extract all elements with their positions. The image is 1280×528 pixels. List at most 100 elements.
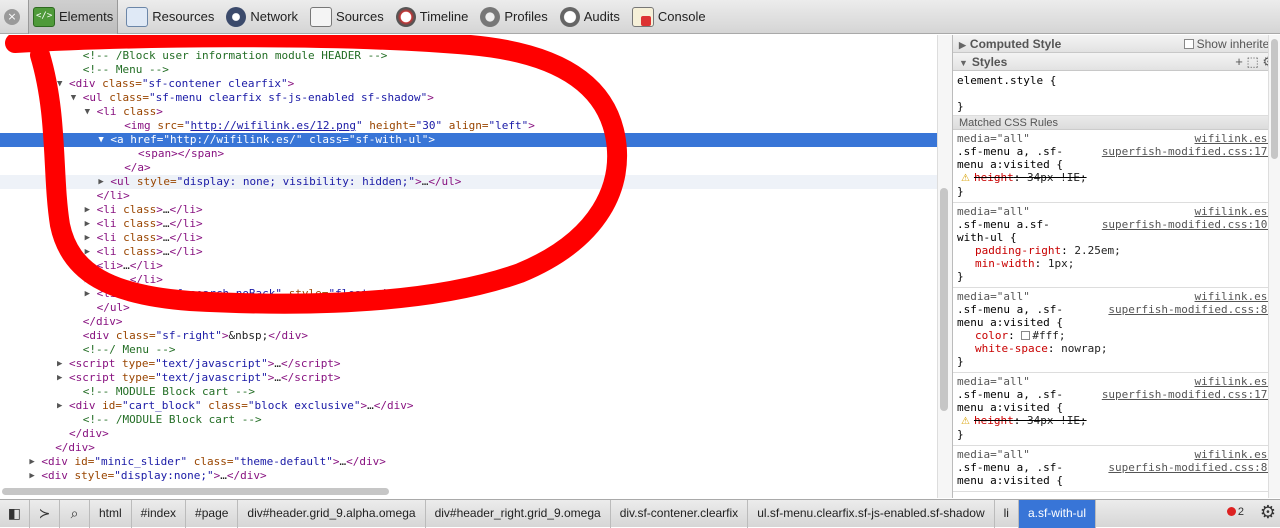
dom-node[interactable]: <span></span> [0, 147, 937, 161]
expand-triangle-icon[interactable]: ▶ [85, 217, 90, 231]
dom-node[interactable]: ▼ <ul class="sf-menu clearfix sf-js-enabl… [0, 91, 937, 105]
dom-node[interactable]: <!-- Menu --> [0, 63, 937, 77]
dom-node[interactable]: <img src="http://wifilink.es/12.png" hei… [0, 119, 937, 133]
breadcrumb-item[interactable]: a.sf-with-ul [1018, 499, 1096, 528]
tab-audits[interactable]: Audits [556, 0, 624, 34]
expand-triangle-icon[interactable]: ▶ [85, 245, 90, 259]
dom-node[interactable]: ▶ <li>…</li> [0, 259, 937, 273]
styles-header[interactable]: ▼ Styles + ⬚ ⚙ [953, 53, 1280, 71]
breadcrumb-item[interactable]: ul.sf-menu.clearfix.sf-js-enabled.sf-sha… [748, 499, 995, 528]
css-property[interactable]: color: #fff; [957, 329, 1276, 342]
dom-vertical-scrollbar-thumb[interactable] [940, 188, 948, 411]
dom-node[interactable]: ▶ <li class>…</li> [0, 245, 937, 259]
rule-source-link[interactable]: wifilink.es/ [1195, 375, 1274, 388]
dom-node[interactable]: ▶ <div id="minic_slider" class="theme-def… [0, 455, 937, 469]
expand-triangle-icon[interactable]: ▶ [959, 40, 966, 50]
collapse-triangle-icon[interactable]: ▼ [959, 58, 968, 68]
tab-elements[interactable]: Elements [28, 0, 119, 34]
expand-triangle-icon[interactable]: ▶ [85, 273, 90, 287]
elements-dom-tree[interactable]: ▶ <div id="header_user">…</div> <!-- /Bloc… [0, 35, 952, 498]
console-toggle-icon[interactable]: ≻ [30, 499, 60, 528]
dom-node[interactable]: ▶ <li class="sf-search noBack" style="flo… [0, 287, 937, 301]
tab-resources[interactable]: Resources [122, 0, 218, 34]
expand-triangle-icon[interactable]: ▶ [57, 371, 62, 385]
dom-node[interactable]: ▶ <script type="text/javascript">…</scrip… [0, 371, 937, 385]
expand-triangle-icon[interactable]: ▶ [57, 35, 62, 49]
breadcrumb-item[interactable]: #index [132, 499, 187, 528]
breadcrumb-item[interactable]: div#header.grid_9.alpha.omega [238, 499, 426, 528]
dom-node[interactable]: ▶ <li class>…</li> [0, 231, 937, 245]
breadcrumb-item[interactable]: div.sf-contener.clearfix [611, 499, 749, 528]
tab-console[interactable]: Console [628, 0, 710, 34]
rule-source-file-link[interactable]: superfish-modified.css:170 [1102, 145, 1274, 158]
dom-node[interactable]: </div> [0, 315, 937, 329]
dom-node[interactable]: ▶ <div id="header_user">…</div> [0, 35, 937, 49]
sidebar-scrollbar-thumb[interactable] [1271, 39, 1278, 159]
search-icon[interactable]: ⌕ [60, 499, 90, 528]
css-rule[interactable]: media="all" wifilink.es/ .sf-menu a.sf-sup… [953, 203, 1280, 288]
dom-node[interactable]: ▼ <div class="sf-contener clearfix"> [0, 77, 937, 91]
dom-node[interactable]: ▶ <script type="text/javascript">…</scrip… [0, 357, 937, 371]
dom-node[interactable]: ▼ <li class> [0, 105, 937, 119]
error-count-badge[interactable]: 2 [1226, 506, 1244, 518]
collapse-triangle-icon[interactable]: ▼ [98, 133, 103, 147]
expand-triangle-icon[interactable]: ▶ [57, 357, 62, 371]
collapse-triangle-icon[interactable]: ▼ [71, 91, 76, 105]
css-rule[interactable]: media="all" wifilink.es/ .sf-menu a, .sf-s… [953, 373, 1280, 446]
expand-triangle-icon[interactable]: ▶ [85, 203, 90, 217]
element-style-rule[interactable]: element.style { } [953, 71, 1280, 116]
color-swatch[interactable] [1021, 331, 1031, 340]
dom-node[interactable]: <!-- /Block user information module HEAD… [0, 49, 937, 63]
expand-triangle-icon[interactable]: ▶ [85, 231, 90, 245]
rule-source-file-link[interactable]: superfish-modified.css:82 [1108, 461, 1274, 474]
tab-timeline[interactable]: Timeline [392, 0, 473, 34]
tab-profiles[interactable]: Profiles [476, 0, 551, 34]
dom-node[interactable]: </ul> [0, 301, 937, 315]
expand-triangle-icon[interactable]: ▶ [57, 399, 62, 413]
dom-node[interactable]: </a> [0, 161, 937, 175]
rule-source-link[interactable]: wifilink.es/ [1195, 132, 1274, 145]
show-inherited-toggle[interactable]: Show inherited [1183, 35, 1276, 53]
settings-gear-icon[interactable]: ⚙ [1260, 502, 1276, 523]
tab-network[interactable]: Network [222, 0, 302, 34]
rule-source-file-link[interactable]: superfish-modified.css:101 [1102, 218, 1274, 231]
expand-triangle-icon[interactable]: ▶ [85, 259, 90, 273]
dom-node[interactable]: </li> [0, 189, 937, 203]
dom-horizontal-scrollbar-thumb[interactable] [2, 488, 389, 495]
dom-node-selected[interactable]: ▼ <a href="http://wifilink.es/" class="sf… [0, 133, 937, 147]
dom-node[interactable]: ▶ <li class>…</li> [0, 217, 937, 231]
rule-source-link[interactable]: wifilink.es/ [1195, 205, 1274, 218]
rule-source-file-link[interactable]: superfish-modified.css:170 [1102, 388, 1274, 401]
expand-triangle-icon[interactable]: ▶ [85, 287, 90, 301]
css-rule[interactable]: media="all" wifilink.es/ .sf-menu a, .sf-s… [953, 446, 1280, 492]
breadcrumb-item[interactable]: html [90, 499, 132, 528]
rule-source-file-link[interactable]: superfish-modified.css:82 [1108, 303, 1274, 316]
computed-style-header[interactable]: ▶ Computed Style Show inherited [953, 35, 1280, 53]
dom-node[interactable]: <!-- /MODULE Block cart --> [0, 413, 937, 427]
css-property[interactable]: ⚠ height: 34px !IE; [957, 171, 1276, 185]
breadcrumb-item[interactable]: li [995, 499, 1019, 528]
expand-triangle-icon[interactable]: ▶ [98, 175, 103, 189]
css-property[interactable]: white-space: nowrap; [957, 342, 1276, 355]
dom-node[interactable]: ▶ <div style="display:none;">…</div> [0, 469, 937, 483]
breadcrumb-item[interactable]: #page [186, 499, 239, 528]
css-property[interactable]: ⚠ height: 34px !IE; [957, 414, 1276, 428]
dom-node[interactable]: </div> [0, 441, 937, 455]
rule-source-link[interactable]: wifilink.es/ [1195, 290, 1274, 303]
expand-triangle-icon[interactable]: ▶ [29, 469, 34, 483]
tab-sources[interactable]: Sources [306, 0, 388, 34]
css-rule[interactable]: media="all" wifilink.es/ .sf-menu a, .sf-s… [953, 130, 1280, 203]
expand-triangle-icon[interactable]: ▶ [29, 455, 34, 469]
dom-node[interactable]: <!--/ Menu --> [0, 343, 937, 357]
checkbox-icon[interactable] [1183, 39, 1194, 49]
dom-node[interactable]: <div class="sf-right">&nbsp;</div> [0, 329, 937, 343]
dom-node[interactable]: ▶ <ul style="display: none; visibility: h… [0, 175, 937, 189]
dom-node[interactable]: ▶ <li class>…</li> [0, 203, 937, 217]
rule-source-link[interactable]: wifilink.es/ [1195, 448, 1274, 461]
close-icon[interactable]: × [4, 8, 20, 25]
dom-node[interactable]: ▶ <div id="cart_block" class="block exclu… [0, 399, 937, 413]
dom-node[interactable]: ▶ <li>…</li> [0, 273, 937, 287]
dock-toggle-icon[interactable]: ◧ [0, 499, 30, 528]
dom-node[interactable]: </div> [0, 427, 937, 441]
collapse-triangle-icon[interactable]: ▼ [85, 105, 90, 119]
